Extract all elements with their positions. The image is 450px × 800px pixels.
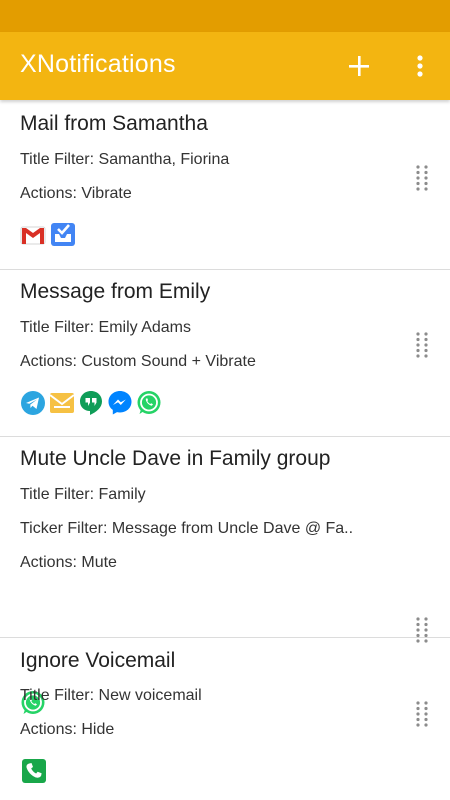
- hangouts-icon: [80, 391, 102, 415]
- phone-icon: [22, 759, 46, 783]
- overflow-menu-button[interactable]: [400, 46, 440, 86]
- add-rule-button[interactable]: [339, 46, 379, 86]
- rule-title: Message from Emily: [20, 280, 211, 303]
- whatsapp-icon: [137, 391, 161, 414]
- rule-title: Ignore Voicemail: [20, 649, 176, 672]
- rule-card-ignore-voicemail[interactable]: Ignore Voicemail Title Filter: New voice…: [0, 637, 450, 800]
- app-title: XNotifications: [20, 50, 176, 78]
- drag-handle-icon[interactable]: [414, 700, 430, 728]
- rule-title-filter: Title Filter: Family: [20, 486, 146, 503]
- rule-card-mail-from-samantha[interactable]: Mail from Samantha Title Filter: Samanth…: [0, 100, 450, 270]
- drag-handle-icon[interactable]: [414, 331, 430, 359]
- more-vert-icon: [417, 55, 423, 77]
- rule-actions: Actions: Hide: [20, 721, 115, 738]
- rule-title: Mute Uncle Dave in Family group: [20, 447, 331, 470]
- telegram-icon: [21, 391, 45, 415]
- rule-card-mute-uncle-dave[interactable]: Mute Uncle Dave in Family group Title Fi…: [0, 436, 450, 714]
- rule-title: Mail from Samantha: [20, 112, 208, 135]
- app-bar: XNotifications: [0, 32, 450, 100]
- rule-actions: Actions: Custom Sound + Vibrate: [20, 353, 256, 370]
- rule-actions: Actions: Mute: [20, 554, 117, 571]
- rule-title-filter: Title Filter: Samantha, Fiorina: [20, 151, 230, 168]
- rule-title-filter: Title Filter: New voicemail: [20, 687, 202, 704]
- email-icon: [49, 393, 75, 413]
- rule-actions: Actions: Vibrate: [20, 185, 132, 202]
- messenger-icon: [108, 391, 132, 415]
- status-bar: [0, 0, 450, 32]
- inbox-icon: [51, 223, 75, 246]
- rule-card-message-from-emily[interactable]: Message from Emily Title Filter: Emily A…: [0, 269, 450, 437]
- rule-title-filter: Title Filter: Emily Adams: [20, 319, 191, 336]
- gmail-icon: [20, 226, 46, 245]
- drag-handle-icon[interactable]: [414, 164, 430, 192]
- add-icon: [349, 56, 369, 76]
- rule-ticker-filter: Ticker Filter: Message from Uncle Dave @…: [20, 520, 354, 537]
